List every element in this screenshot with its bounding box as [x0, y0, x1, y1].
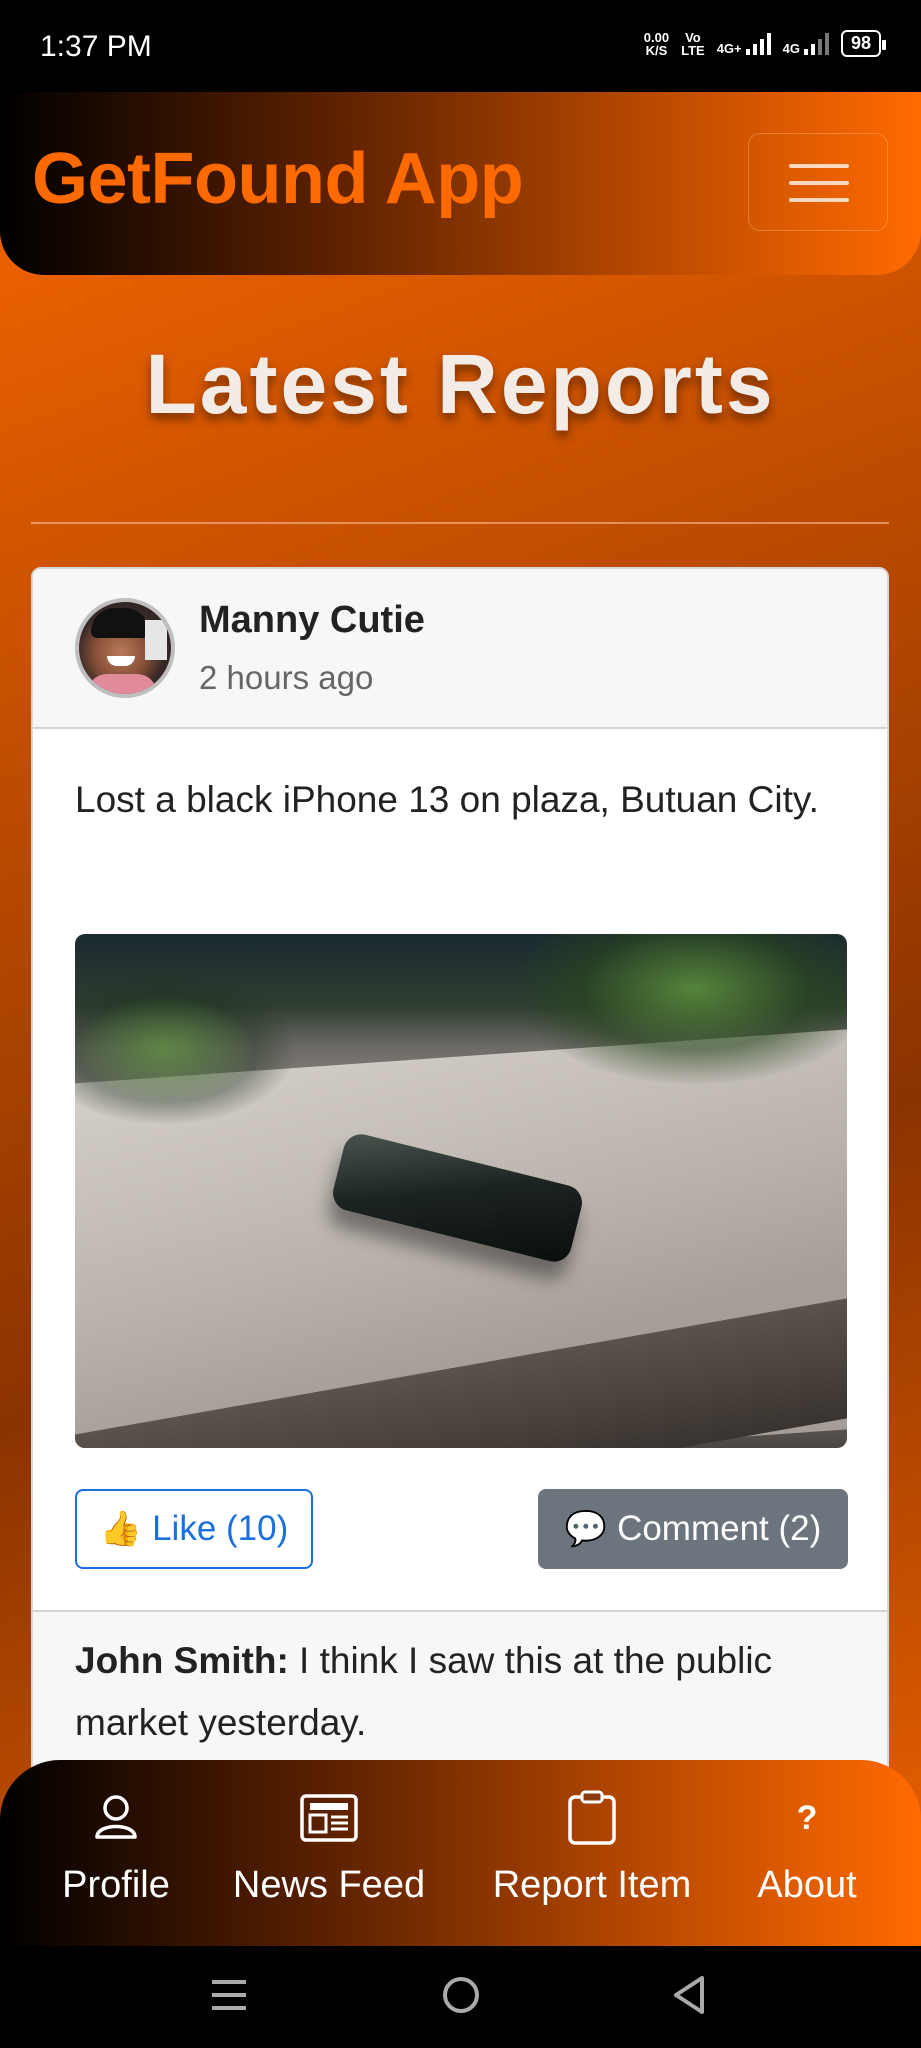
recent-apps-icon[interactable] — [208, 1970, 250, 2025]
page-title: Latest Reports — [145, 337, 776, 431]
author-name[interactable]: Manny Cutie — [199, 599, 425, 642]
divider — [31, 522, 889, 524]
hamburger-icon — [789, 164, 849, 168]
like-label: Like (10) — [152, 1509, 289, 1548]
nav-label: Profile — [62, 1864, 170, 1906]
question-glyph: ? — [796, 1798, 818, 1837]
nav-label: News Feed — [232, 1864, 426, 1906]
question-icon: ? — [746, 1790, 868, 1846]
signal-bars-icon — [745, 32, 771, 55]
back-icon[interactable] — [668, 1970, 710, 2025]
comment-button[interactable]: 💬 Comment (2) — [538, 1489, 848, 1569]
nav-report-item[interactable]: Report Item — [482, 1790, 702, 1907]
comment-label: Comment (2) — [617, 1509, 822, 1548]
nav-about[interactable]: ? About — [746, 1790, 868, 1907]
avatar[interactable] — [75, 598, 175, 698]
newspaper-icon — [224, 1790, 434, 1846]
person-icon — [42, 1790, 190, 1846]
avatar-photo — [79, 602, 171, 694]
comment-author[interactable]: John Smith: — [75, 1640, 289, 1681]
status-indicators: 0.00 K/S Vo LTE 4G+ 4G 98 — [643, 29, 887, 58]
nav-profile[interactable]: Profile — [42, 1790, 190, 1907]
report-card: Manny Cutie 2 hours ago Lost a black iPh… — [31, 567, 889, 1867]
status-bar: 1:37 PM 0.00 K/S Vo LTE 4G+ 4G 98 — [0, 0, 921, 92]
like-button[interactable]: 👍 Like (10) — [75, 1489, 313, 1569]
card-header: Manny Cutie 2 hours ago — [33, 569, 887, 729]
status-time: 1:37 PM — [40, 30, 152, 63]
signal-1: 4G+ — [717, 32, 771, 55]
nav-label: About — [757, 1864, 857, 1906]
home-icon[interactable] — [438, 1970, 484, 2025]
hamburger-icon-line — [789, 181, 849, 185]
brand-title[interactable]: GetFound App — [32, 138, 524, 220]
signal-bars-icon — [803, 32, 829, 55]
net-speed: 0.00 K/S — [643, 29, 670, 58]
menu-button[interactable] — [748, 133, 888, 231]
system-nav-bar — [0, 1946, 921, 2048]
volte-indicator: Vo LTE — [681, 29, 705, 58]
hamburger-icon-line — [789, 198, 849, 202]
clipboard-icon — [482, 1790, 702, 1846]
post-image[interactable] — [75, 934, 847, 1448]
app-header: GetFound App — [0, 92, 921, 275]
post-timestamp: 2 hours ago — [199, 659, 374, 696]
post-text: Lost a black iPhone 13 on plaza, Butuan … — [75, 779, 819, 820]
bottom-nav: Profile News Feed Report Item ? About — [0, 1760, 921, 1946]
nav-news-feed[interactable]: News Feed — [224, 1790, 434, 1907]
signal-2: 4G — [783, 32, 829, 55]
thumbs-up-icon: 👍 — [99, 1509, 143, 1549]
speech-bubble-icon: 💬 — [564, 1509, 608, 1549]
comment-item: John Smith: I think I saw this at the pu… — [75, 1630, 865, 1754]
battery-icon: 98 — [840, 30, 887, 57]
nav-label: Report Item — [492, 1864, 692, 1906]
